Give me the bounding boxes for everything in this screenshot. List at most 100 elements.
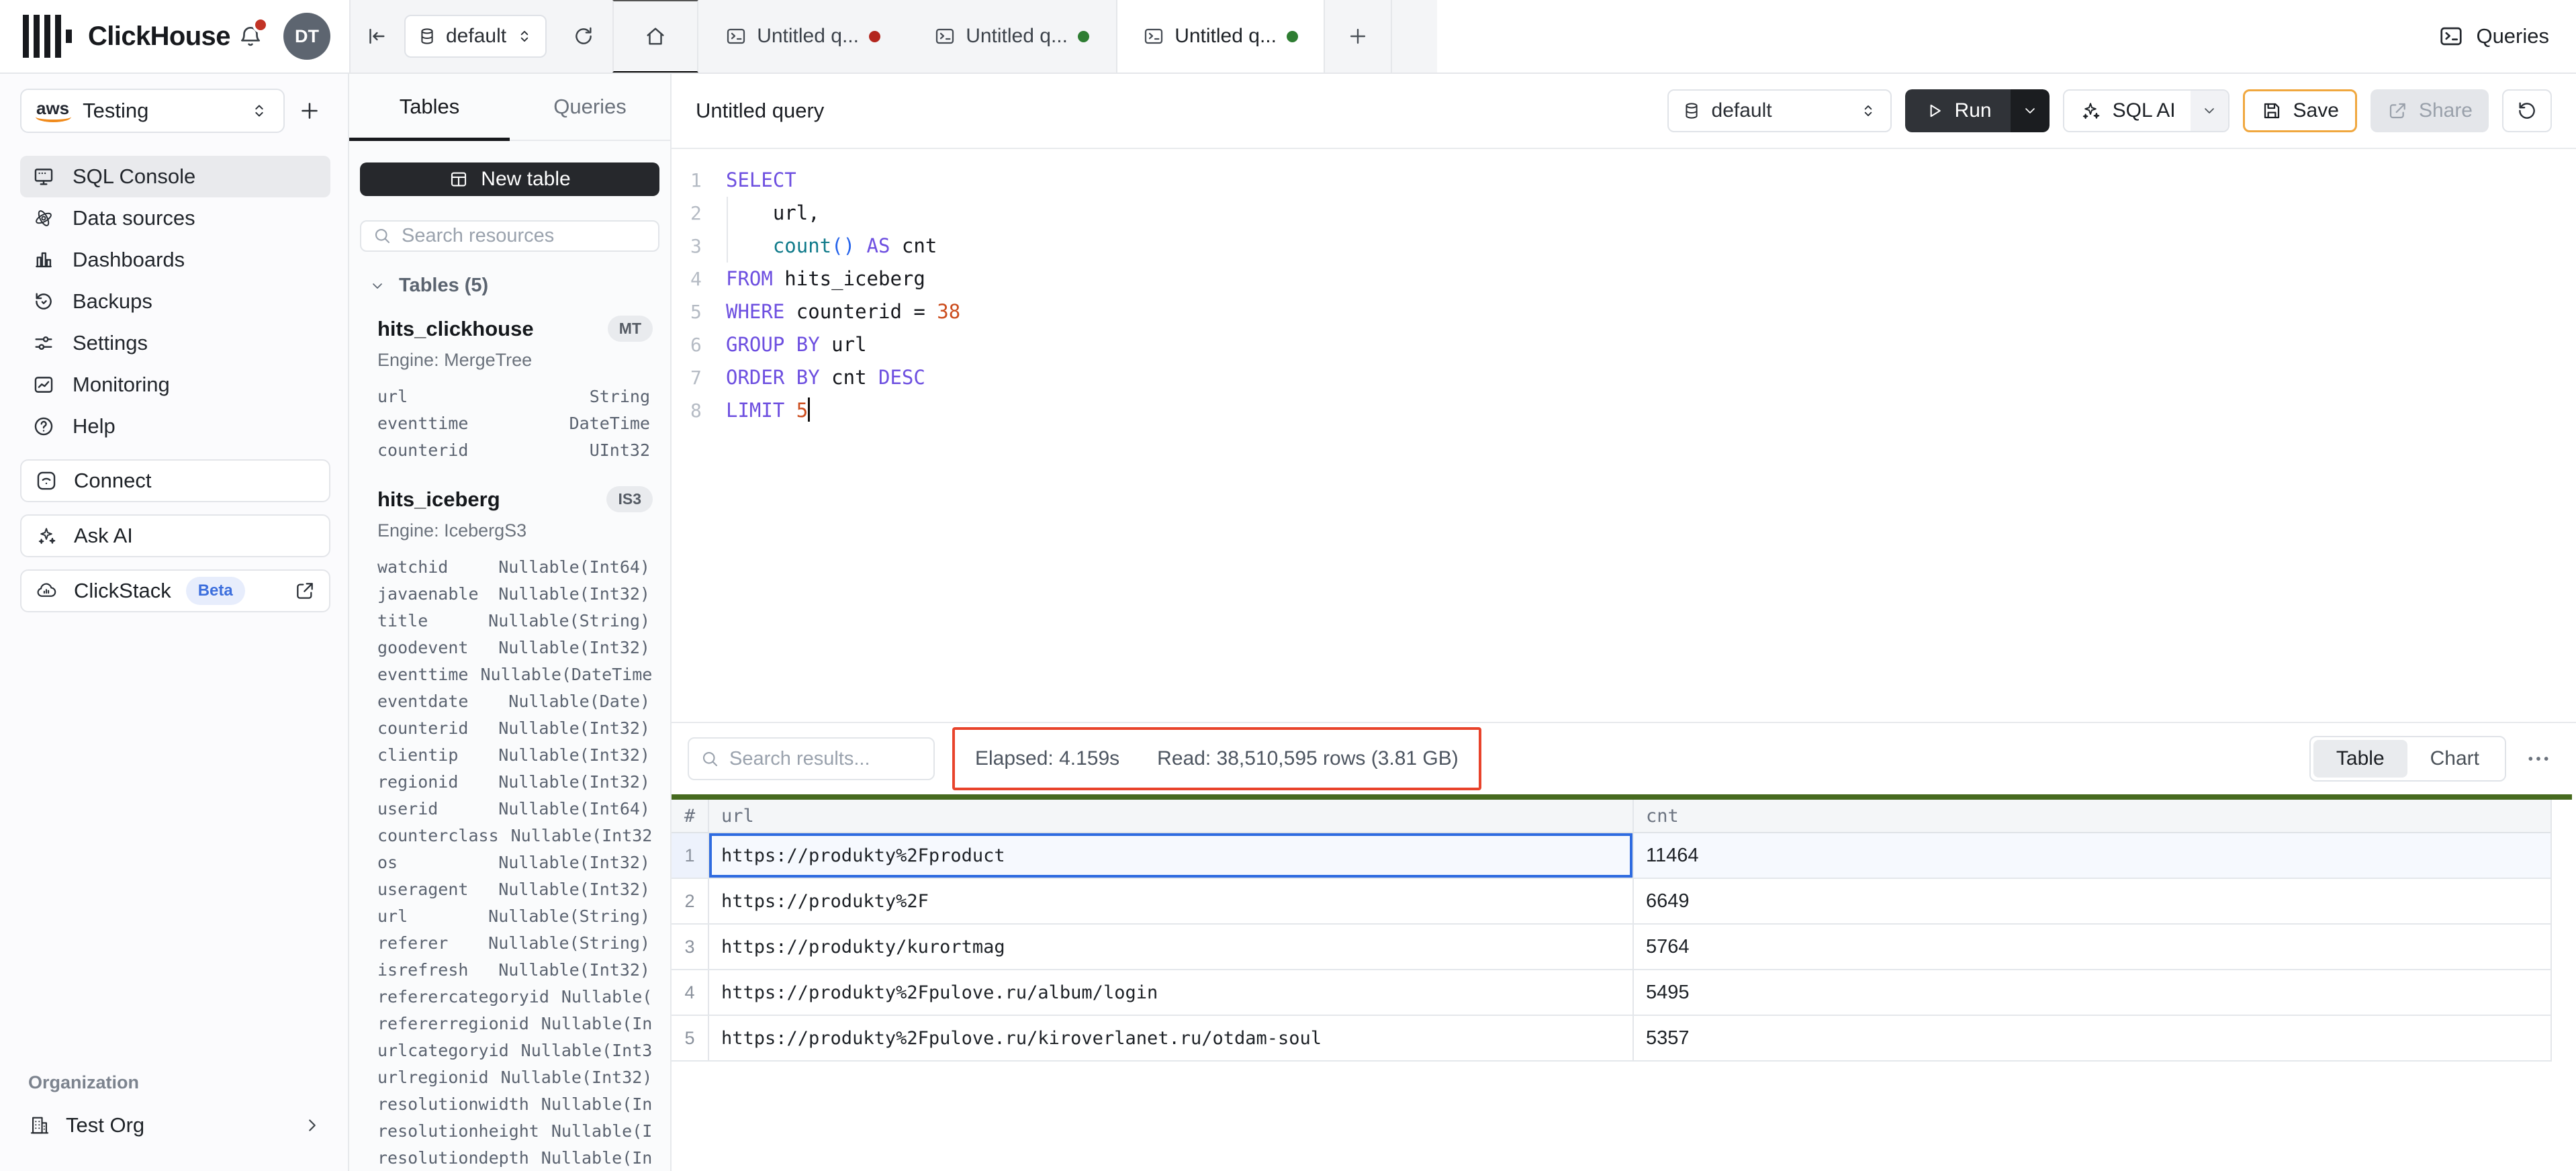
sidebar-item-dashboards[interactable]: Dashboards	[20, 239, 330, 281]
result-cell-cnt[interactable]: 5357	[1634, 1016, 2550, 1060]
results-header-row: #urlcnt	[672, 800, 2550, 833]
new-table-button[interactable]: New table	[360, 162, 659, 196]
results-toolbar: Elapsed: 4.159s Read: 38,510,595 rows (3…	[672, 723, 2576, 794]
home-tab-button[interactable]	[612, 0, 698, 73]
table-entry-header[interactable]: hits_clickhouseMT	[377, 316, 653, 342]
line-number: 8	[672, 394, 724, 427]
result-cell-url[interactable]: https://produkty%2Fpulove.ru/kiroverlane…	[709, 1016, 1634, 1060]
column-type: Nullable(Date)	[508, 692, 650, 711]
save-button[interactable]: Save	[2243, 89, 2357, 132]
result-cell-cnt[interactable]: 5495	[1634, 970, 2550, 1015]
organization-row[interactable]: Test Org	[20, 1107, 330, 1144]
sidebar-box-ask-ai[interactable]: Ask AI	[20, 514, 330, 557]
collapse-panel-button[interactable]	[351, 0, 402, 73]
new-tab-button[interactable]	[1325, 0, 1392, 73]
sidebar-boxes: Connect Ask AI ClickStackBeta	[20, 459, 330, 612]
chevron-down-icon	[2201, 103, 2217, 119]
column-row: resolutiondepthNullable(In	[377, 1144, 653, 1171]
run-options-button[interactable]	[2011, 89, 2050, 132]
sidebar-item-settings[interactable]: Settings	[20, 322, 330, 364]
console-icon	[32, 165, 56, 188]
add-service-button[interactable]	[289, 90, 330, 132]
result-cell-url[interactable]: https://produkty%2F	[709, 879, 1634, 923]
result-row[interactable]: 4https://produkty%2Fpulove.ru/album/logi…	[672, 970, 2550, 1016]
result-cell-url[interactable]: https://produkty%2Fpulove.ru/album/login	[709, 970, 1634, 1015]
tables-section-toggle[interactable]: Tables (5)	[369, 275, 659, 297]
tab-tables[interactable]: Tables	[349, 74, 510, 140]
view-toggle-table[interactable]: Table	[2313, 740, 2407, 778]
sidebar-item-monitoring[interactable]: Monitoring	[20, 364, 330, 406]
result-row[interactable]: 2https://produkty%2F6649	[672, 879, 2550, 925]
column-name: userid	[377, 799, 438, 818]
query-database-selector[interactable]: default	[1667, 89, 1892, 132]
explorer-tabs: Tables Queries	[349, 74, 670, 141]
run-button[interactable]: Run	[1905, 89, 2011, 132]
sidebar-item-backups[interactable]: Backups	[20, 281, 330, 322]
result-cell-cnt[interactable]: 5764	[1634, 925, 2550, 969]
sql-token: count	[773, 234, 831, 257]
refresh-button[interactable]	[555, 0, 612, 73]
search-results-input[interactable]	[729, 748, 923, 770]
search-resources-box	[360, 220, 659, 252]
result-cell-url[interactable]: https://produkty/kurortmag	[709, 925, 1634, 969]
sidebar-item-label: SQL Console	[73, 165, 195, 189]
sql-ai-label: SQL AI	[2113, 99, 2176, 122]
workspace-selector[interactable]: aws Testing	[20, 89, 285, 133]
sidebar-box-clickstack[interactable]: ClickStackBeta	[20, 569, 330, 612]
sidebar-item-data-sources[interactable]: Data sources	[20, 197, 330, 239]
sidebar-item-sql-console[interactable]: SQL Console	[20, 156, 330, 197]
table-entry-header[interactable]: hits_icebergIS3	[377, 486, 653, 512]
result-cell-cnt[interactable]: 11464	[1634, 833, 2550, 878]
monitoring-icon	[32, 373, 56, 396]
result-cell-url[interactable]: https://produkty%2Fproduct	[709, 833, 1634, 878]
sidebar-item-help[interactable]: Help	[20, 406, 330, 447]
results-more-button[interactable]	[2525, 745, 2552, 772]
search-resources-input[interactable]	[402, 225, 647, 247]
run-button-group: Run	[1905, 89, 2050, 132]
query-tab[interactable]: Untitled q...	[907, 0, 1116, 73]
table-entry: hits_clickhouseMTEngine: MergeTreeurlStr…	[377, 316, 653, 463]
query-tab[interactable]: Untitled q...	[1116, 0, 1325, 73]
editor-code: FROM hits_iceberg	[724, 263, 925, 295]
result-row[interactable]: 1https://produkty%2Fproduct11464	[672, 833, 2550, 879]
organization-name: Test Org	[66, 1113, 144, 1137]
user-avatar[interactable]: DT	[283, 13, 330, 60]
query-workspace: Untitled query default Run SQ	[672, 74, 2576, 1171]
sidebar-box-label: Connect	[74, 469, 151, 493]
queries-panel-button[interactable]: Queries	[2438, 24, 2549, 49]
back-to-start-icon	[365, 25, 387, 48]
results-header-cnt[interactable]: cnt	[1634, 800, 2550, 832]
query-tab[interactable]: Untitled q...	[698, 0, 907, 73]
sidebar-box-connect[interactable]: Connect	[20, 459, 330, 502]
column-type: Nullable(Int32)	[498, 638, 650, 657]
result-row[interactable]: 3https://produkty/kurortmag5764	[672, 925, 2550, 970]
sql-ai-options-button[interactable]	[2191, 91, 2228, 131]
column-name: goodevent	[377, 638, 468, 657]
query-history-button[interactable]	[2502, 89, 2552, 132]
terminal-icon	[1143, 26, 1164, 47]
result-cell-cnt[interactable]: 6649	[1634, 879, 2550, 923]
sidebar-box-label: Ask AI	[74, 524, 133, 548]
editor-line: 3 count() AS cnt	[672, 230, 2576, 263]
table-engine: Engine: MergeTree	[377, 350, 653, 371]
sql-ai-button[interactable]: SQL AI	[2064, 91, 2191, 131]
database-selector[interactable]: default	[404, 15, 547, 58]
view-toggle-chart[interactable]: Chart	[2407, 740, 2502, 778]
query-database-value: default	[1712, 99, 1772, 122]
history-icon	[2516, 99, 2538, 122]
share-button[interactable]: Share	[2371, 89, 2489, 132]
result-row[interactable]: 5https://produkty%2Fpulove.ru/kiroverlan…	[672, 1016, 2550, 1062]
sidebar-nav: SQL Console Data sourcesDashboardsBackups…	[20, 156, 330, 447]
results-header-url[interactable]: url	[709, 800, 1634, 832]
database-icon	[1682, 101, 1701, 120]
search-icon	[700, 749, 720, 769]
column-name: regionid	[377, 772, 458, 792]
table-name: hits_clickhouse	[377, 317, 534, 341]
tab-queries[interactable]: Queries	[510, 74, 670, 140]
tables-section-label: Tables (5)	[399, 275, 488, 297]
sql-editor[interactable]: 1SELECT2 url,3 count() AS cnt4FROM hits_…	[672, 149, 2576, 722]
datasources-icon	[32, 207, 56, 230]
sql-token: LIMIT	[726, 399, 784, 422]
notifications-bell-button[interactable]	[238, 24, 263, 49]
engine-badge: IS3	[606, 486, 653, 512]
